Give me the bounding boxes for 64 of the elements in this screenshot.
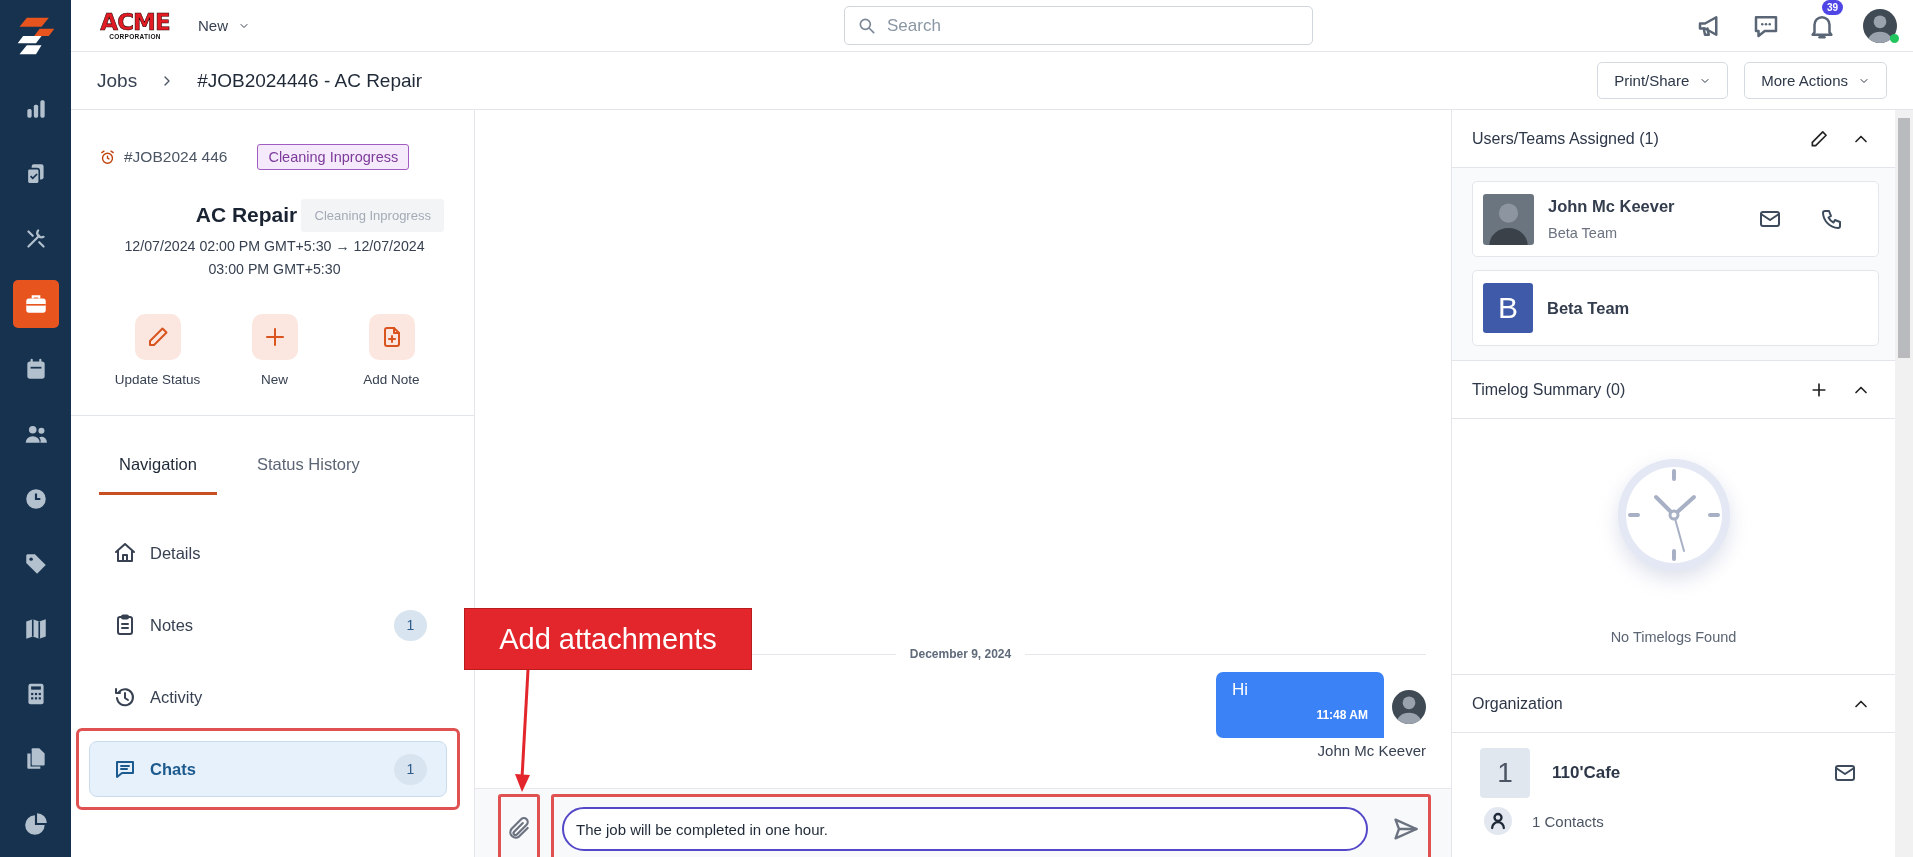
scrollbar[interactable] (1895, 110, 1913, 857)
nav-label: Details (150, 543, 201, 563)
dropdown-button[interactable]: More Actions (1744, 62, 1887, 99)
nav-item[interactable]: Notes 1 (89, 597, 447, 653)
action-label: Update Status (114, 372, 201, 387)
nav-label: Chats (150, 759, 196, 779)
empty-message: No Timelogs Found (1610, 629, 1737, 645)
pie-chart-icon[interactable] (22, 811, 49, 837)
contacts-count: 1 Contacts (1532, 812, 1604, 830)
callout-label: Add attachments (464, 608, 752, 670)
user-avatar (1483, 193, 1534, 245)
action-label: New (261, 372, 288, 387)
org-name: 110'Cafe (1552, 763, 1622, 783)
send-icon[interactable] (1392, 815, 1420, 843)
person-icon (1484, 807, 1512, 835)
sender-name: John Mc Keever (1317, 742, 1426, 759)
sender-avatar (1392, 690, 1426, 724)
page-title: #JOB2024446 - AC Repair (197, 69, 423, 92)
dropdown-button[interactable]: Print/Share (1597, 62, 1729, 99)
message-time: 11:48 AM (1316, 708, 1368, 722)
section-title: Users/Teams Assigned (1) (1472, 129, 1659, 148)
nav-label: Activity (150, 687, 203, 707)
section-title: Organization (1472, 694, 1563, 713)
nav-item[interactable]: Details (89, 525, 447, 581)
alarm-clock-icon (99, 148, 116, 166)
tab[interactable]: Navigation (99, 449, 217, 495)
action-button[interactable] (134, 314, 181, 360)
team-initial: B (1483, 283, 1533, 333)
member-name: John Mc Keever (1548, 197, 1676, 216)
user-avatar[interactable] (1863, 8, 1897, 43)
status-tag: Cleaning Inprogress (257, 144, 410, 170)
count-badge: 1 (394, 609, 427, 641)
date-divider: December 9, 2024 (909, 647, 1012, 661)
nav-item[interactable]: Chats 1 (89, 741, 447, 797)
rail-item-active[interactable] (12, 280, 59, 328)
action-label: Add Note (363, 372, 420, 387)
breadcrumb-link[interactable]: Jobs (97, 69, 138, 92)
org-initial: 1 (1480, 748, 1530, 798)
member-team: Beta Team (1548, 225, 1619, 241)
nav-item[interactable]: Activity (89, 669, 447, 725)
job-number: #JOB2024 446 (124, 148, 228, 166)
house-icon (113, 541, 137, 565)
action-button[interactable] (368, 314, 415, 360)
job-title: AC Repair (195, 203, 298, 227)
message-text: Hi (1232, 680, 1250, 700)
team-name: Beta Team (1547, 298, 1630, 318)
notification-count: 39 (1821, 0, 1843, 15)
search-field[interactable]: Search (844, 6, 1313, 45)
section-title: Timelog Summary (0) (1472, 380, 1626, 399)
search-icon (857, 16, 877, 36)
history-icon (113, 685, 137, 709)
logo-wordmark: ACME (100, 11, 170, 33)
phone-icon[interactable] (1820, 207, 1844, 231)
count-badge: 1 (394, 753, 427, 785)
schedule-text: 12/07/2024 02:00 PM GMT+5:30 → 12/07/2024 03:00 PM GMT+5:30 (123, 237, 426, 279)
message-input[interactable]: The job will be completed in one hour. (562, 807, 1368, 851)
pencil-icon[interactable] (1809, 128, 1829, 149)
scrollbar-thumb[interactable] (1898, 118, 1910, 358)
tooltip: Cleaning Inprogress (301, 199, 445, 232)
nav-label: Notes (150, 615, 194, 635)
tab[interactable]: Status History (236, 449, 380, 495)
action-button[interactable] (251, 314, 298, 360)
new-dropdown[interactable]: New (194, 13, 254, 38)
paperclip-icon[interactable] (506, 816, 532, 842)
